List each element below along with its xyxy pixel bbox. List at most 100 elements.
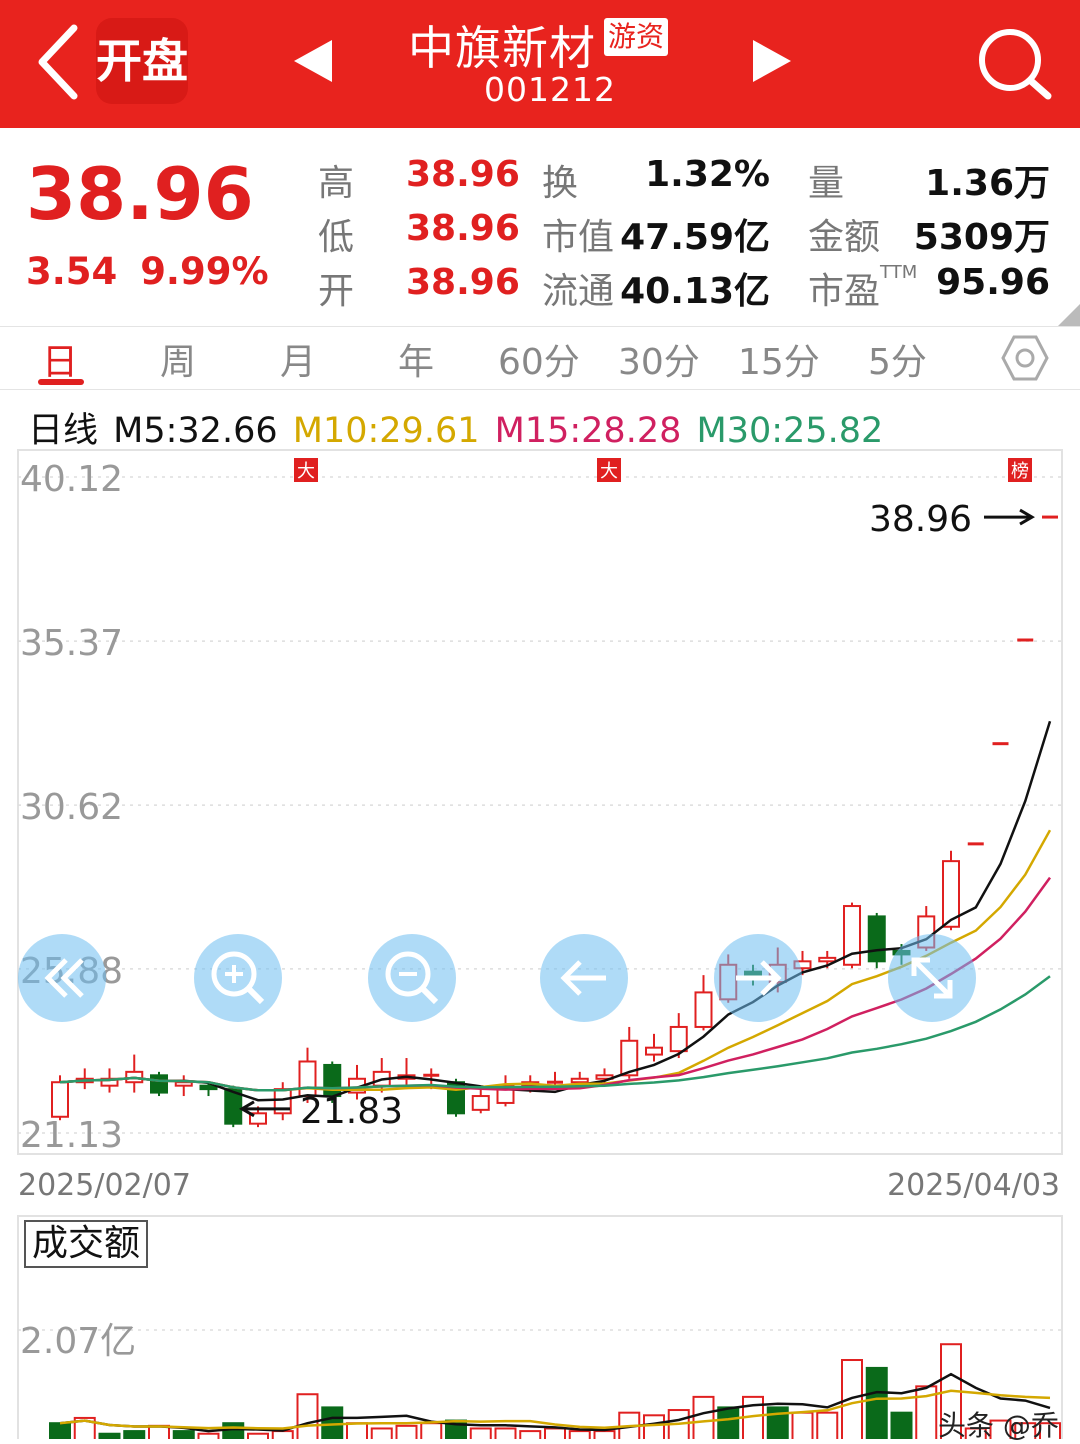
- change-amount: 3.54: [26, 250, 118, 293]
- volume-bar: [643, 1414, 665, 1439]
- volume-bar: [123, 1430, 146, 1439]
- float-cap-value: 40.13亿: [620, 271, 770, 312]
- y-tick-label: 30.62: [20, 787, 123, 828]
- candle-body: [150, 1074, 168, 1094]
- fullscreen-button[interactable]: [888, 934, 976, 1022]
- candle-body: [51, 1081, 69, 1118]
- zoom-in-button[interactable]: [194, 934, 282, 1022]
- candle: [174, 1075, 193, 1097]
- marker-text: 榜: [1011, 461, 1029, 482]
- volume-bar: [469, 1427, 492, 1439]
- volume-bar: [865, 1366, 888, 1439]
- volume-bar: [247, 1432, 269, 1439]
- stock-name: 中旗新材: [408, 21, 596, 75]
- y-tick-label: 21.13: [20, 1115, 123, 1156]
- search-icon[interactable]: [970, 20, 1060, 110]
- volume-bar: [346, 1422, 368, 1439]
- candle: [867, 912, 886, 969]
- candle: [125, 1054, 144, 1093]
- low-label: 低: [318, 217, 355, 258]
- pe-label: 市盈TTM: [808, 262, 918, 312]
- volume-bar: [791, 1411, 814, 1439]
- volume-bar: [49, 1422, 71, 1439]
- volume-bar: [568, 1430, 591, 1439]
- zoom-in-icon: [211, 951, 265, 1005]
- volume-bar: [420, 1422, 443, 1439]
- candle: [150, 1071, 168, 1097]
- volume-value: 1.36万: [925, 163, 1050, 204]
- zoom-out-button[interactable]: [368, 934, 456, 1022]
- candlestick-chart[interactable]: 40.1235.3730.6225.8821.13大大榜38.9621.83: [0, 444, 1080, 1164]
- previous-stock-icon[interactable]: [290, 36, 340, 86]
- period-tabs: 日 周 月 年 60分 30分 15分 5分: [0, 326, 1080, 390]
- volume-bar: [717, 1406, 740, 1439]
- back-icon[interactable]: [30, 22, 90, 102]
- corner-fold-icon: [1058, 304, 1080, 326]
- volume-bar: [98, 1432, 121, 1439]
- scroll-left-button[interactable]: [540, 934, 628, 1022]
- scroll-right-button[interactable]: [714, 934, 802, 1022]
- zoom-out-icon: [385, 951, 439, 1005]
- high-label: 高: [318, 163, 355, 204]
- amount-value: 5309万: [913, 217, 1050, 258]
- volume-bar: [197, 1432, 220, 1439]
- volume-bar: [222, 1422, 245, 1439]
- volume-bar: [271, 1430, 294, 1439]
- y-tick-label: 35.37: [20, 623, 123, 664]
- tab-30min[interactable]: 30分: [618, 333, 700, 385]
- arrow-left-icon: [560, 960, 606, 996]
- candle: [496, 1075, 515, 1107]
- double-chevron-left-icon: [44, 958, 84, 998]
- expand-icon: [911, 957, 953, 999]
- marker-text: 大: [600, 461, 618, 482]
- open-button[interactable]: 开盘: [96, 18, 188, 104]
- change-percent: 9.99%: [140, 250, 269, 293]
- current-price: 38.96: [26, 152, 254, 236]
- volume-bar: [172, 1430, 195, 1439]
- market-cap-label: 市值: [542, 217, 615, 258]
- volume-frame: [17, 1215, 1063, 1439]
- tab-day[interactable]: 日: [42, 333, 78, 385]
- volume-bar: [395, 1424, 418, 1439]
- tab-week[interactable]: 周: [160, 333, 196, 385]
- candle-body: [174, 1081, 193, 1087]
- low-annotation: 21.83: [300, 1091, 403, 1132]
- turnover-indicator-label[interactable]: 成交额: [24, 1220, 149, 1268]
- market-cap-value: 47.59亿: [620, 217, 770, 258]
- top-header: 开盘 中旗新材 游资 001212: [0, 0, 1080, 128]
- turnover-y-tick: 2.07亿: [20, 1321, 137, 1362]
- marker-text: 大: [297, 461, 315, 482]
- volume-bar: [519, 1430, 542, 1439]
- price-change: 3.54 9.99%: [26, 250, 269, 293]
- settings-icon[interactable]: [1000, 333, 1050, 383]
- candle: [75, 1068, 94, 1090]
- volume-bar: [692, 1395, 715, 1439]
- volume-bar: [816, 1411, 839, 1439]
- active-tab-indicator: [38, 379, 84, 385]
- float-cap-label: 流通: [542, 271, 615, 312]
- volume-bar: [296, 1393, 319, 1439]
- candle-body: [471, 1095, 490, 1111]
- turnover-bar-chart[interactable]: [0, 1212, 1080, 1439]
- volume-bar: [544, 1427, 566, 1439]
- next-stock-icon[interactable]: [745, 36, 795, 86]
- turnover-value: 1.32%: [645, 154, 770, 195]
- stock-code: 001212: [484, 70, 616, 109]
- rewind-button[interactable]: [18, 934, 106, 1022]
- watermark: 头条 @乔: [938, 1409, 1059, 1442]
- tab-month[interactable]: 月: [280, 333, 316, 385]
- volume-bar: [890, 1411, 913, 1439]
- y-tick-label: 40.12: [20, 459, 123, 500]
- tab-15min[interactable]: 15分: [738, 333, 820, 385]
- candle: [273, 1082, 292, 1121]
- tab-60min[interactable]: 60分: [498, 333, 580, 385]
- volume-bar: [370, 1427, 393, 1439]
- turnover-label: 换: [542, 163, 579, 204]
- stock-tag-badge: 游资: [604, 18, 669, 56]
- pe-value: 95.96: [936, 262, 1050, 303]
- candle-body: [867, 915, 886, 963]
- candle-body: [818, 956, 837, 963]
- tab-year[interactable]: 年: [398, 333, 434, 385]
- tab-5min[interactable]: 5分: [868, 333, 927, 385]
- x-axis-end-date: 2025/04/03: [887, 1168, 1060, 1203]
